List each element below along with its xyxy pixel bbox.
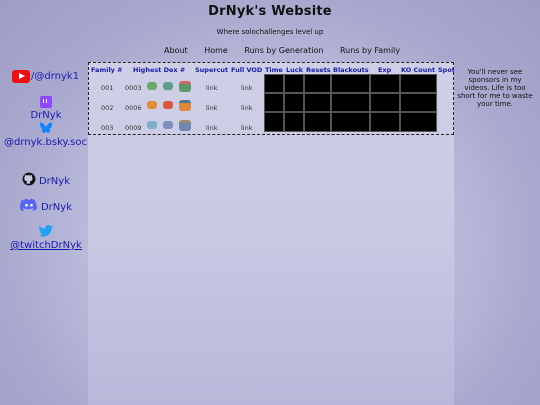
charizard-sprite-icon: [179, 100, 191, 111]
header-full-vod: Full VOD: [231, 66, 263, 74]
row1-blackouts-cell: [331, 74, 370, 93]
row2-family: 002: [101, 104, 114, 112]
bluesky-link[interactable]: @drnyk.bsky.social: [4, 122, 99, 149]
bluesky-handle[interactable]: @drnyk.bsky.social: [4, 137, 99, 148]
row2-luck-cell: [284, 93, 304, 112]
discord-link[interactable]: DrNyk: [4, 198, 88, 213]
ivysaur-sprite-icon: [163, 82, 173, 90]
row2-time-cell: [264, 93, 284, 112]
twitch-link[interactable]: DrNyk: [4, 96, 88, 121]
site-subtitle: Where solochallenges level up: [216, 28, 324, 36]
row1-dex: 0003: [125, 84, 142, 92]
row3-exp-cell: [370, 112, 400, 132]
row3-time-cell: [264, 112, 284, 132]
header-exp: Exp: [378, 66, 392, 74]
row3-luck-cell: [284, 112, 304, 132]
discord-icon: [19, 198, 37, 211]
header-luck: Luck: [286, 66, 303, 74]
row1-exp-cell: [370, 74, 400, 93]
nav-home[interactable]: Home: [204, 46, 228, 55]
nav-runs-by-generation[interactable]: Runs by Generation: [244, 46, 323, 55]
header-blackouts: Blackouts: [333, 66, 369, 74]
sponsor-note: You'll never see sponsors in my videos. …: [457, 68, 533, 108]
blastoise-sprite-icon: [179, 120, 191, 131]
row2-blackouts-cell: [331, 93, 370, 112]
header-time: Time: [265, 66, 283, 74]
row1-ko-cell: [400, 74, 437, 93]
header-family: Family #: [91, 66, 123, 74]
row3-dex: 0009: [125, 124, 142, 132]
venusaur-sprite-icon: [179, 81, 191, 92]
row1-time-cell: [264, 74, 284, 93]
row2-ko-cell: [400, 93, 437, 112]
row2-supercut-link[interactable]: link: [206, 104, 218, 112]
main-nav: About Home Runs by Generation Runs by Fa…: [164, 46, 414, 55]
row2-exp-cell: [370, 93, 400, 112]
header-highest-dex: Highest Dex #: [133, 66, 186, 74]
row1-supercut-link[interactable]: link: [206, 84, 218, 92]
header-spot: Spot: [438, 66, 454, 74]
row2-vod-link[interactable]: link: [241, 104, 253, 112]
row3-supercut-link[interactable]: link: [206, 124, 218, 132]
row2-dex: 0006: [125, 104, 142, 112]
row3-vod-link[interactable]: link: [241, 124, 253, 132]
github-link[interactable]: DrNyk: [4, 172, 88, 187]
row1-resets-cell: [304, 74, 331, 93]
twitter-handle[interactable]: @twitchDrNyk: [10, 240, 82, 251]
charmander-sprite-icon: [147, 101, 157, 109]
charmeleon-sprite-icon: [163, 101, 173, 109]
squirtle-sprite-icon: [147, 121, 157, 129]
github-handle[interactable]: DrNyk: [39, 176, 70, 187]
twitch-handle[interactable]: DrNyk: [30, 110, 61, 121]
bluesky-icon: [40, 122, 52, 133]
github-icon: [22, 172, 36, 186]
row3-family: 003: [101, 124, 114, 132]
header-supercut: Supercut: [195, 66, 229, 74]
header-ko-count: KO Count: [401, 66, 436, 74]
row2-resets-cell: [304, 93, 331, 112]
nav-about[interactable]: About: [164, 46, 188, 55]
header-resets: Resets: [306, 66, 331, 74]
twitter-icon: [39, 225, 53, 237]
discord-handle[interactable]: DrNyk: [41, 202, 72, 213]
row3-blackouts-cell: [331, 112, 370, 132]
row3-resets-cell: [304, 112, 331, 132]
site-title: DrNyk's Website: [208, 4, 332, 19]
row1-family: 001: [101, 84, 114, 92]
row3-ko-cell: [400, 112, 437, 132]
twitch-icon: [40, 96, 52, 108]
bulbasaur-sprite-icon: [147, 82, 157, 90]
youtube-handle[interactable]: /@drnyk1: [31, 71, 79, 82]
row1-vod-link[interactable]: link: [241, 84, 253, 92]
twitter-link[interactable]: @twitchDrNyk: [4, 225, 88, 251]
wartortle-sprite-icon: [163, 121, 173, 129]
youtube-link[interactable]: /@drnyk1: [12, 70, 79, 83]
nav-runs-by-family[interactable]: Runs by Family: [340, 46, 400, 55]
youtube-icon: [12, 70, 30, 83]
row1-luck-cell: [284, 74, 304, 93]
